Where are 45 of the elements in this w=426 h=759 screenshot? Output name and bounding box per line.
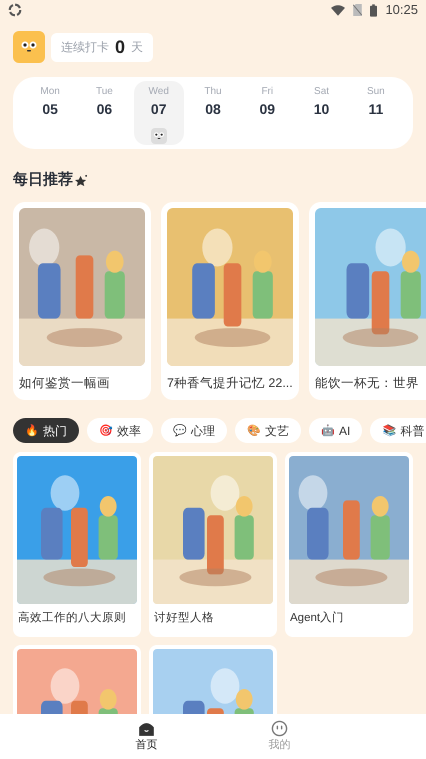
profile-icon	[271, 720, 288, 737]
category-chip[interactable]: 🔥 热门	[13, 418, 79, 444]
article-card[interactable]: 高效工作的八大原则	[13, 452, 141, 636]
calendar-day[interactable]: Sun 11	[350, 81, 401, 145]
recommendation-card[interactable]: 能饮一杯无：世界	[309, 202, 426, 400]
card-title: 高效工作的八大原则	[17, 610, 127, 626]
category-chip[interactable]: 🎨 文艺	[235, 418, 301, 444]
streak-unit: 天	[131, 39, 144, 56]
card-title: 如何鉴赏一幅画	[19, 374, 111, 392]
category-icon: 💬	[173, 422, 187, 439]
category-icon: 📚	[382, 422, 396, 439]
streak-count: 0	[115, 36, 126, 58]
calendar-day[interactable]: Thu 08	[188, 81, 238, 145]
calendar-day[interactable]: Mon 05	[25, 81, 76, 145]
face-icon	[150, 128, 167, 144]
recommendation-card[interactable]: 如何鉴赏一幅画	[13, 202, 151, 400]
section-title: 每日推荐	[13, 170, 73, 190]
mascot-avatar[interactable]	[13, 31, 45, 63]
category-chip[interactable]: 🎯 效率	[87, 418, 153, 444]
calendar-day[interactable]: Wed 07	[134, 81, 184, 145]
card-title: 7种香气提升记忆 22...	[167, 374, 293, 392]
calendar-day[interactable]: Sat 10	[296, 81, 347, 145]
category-icon: 🎯	[99, 422, 113, 439]
battery-icon	[370, 4, 378, 16]
category-icon: 🤖	[321, 422, 335, 439]
calendar-day[interactable]: Tue 06	[79, 81, 130, 145]
article-card[interactable]: 讨好型人格	[149, 452, 277, 636]
sparkle-icon	[75, 174, 88, 187]
no-sim-icon	[353, 4, 362, 16]
status-time: 10:25	[385, 1, 418, 20]
article-card[interactable]: Agent入门	[285, 452, 413, 636]
category-chip[interactable]: 📚 科普	[370, 418, 426, 444]
category-chip[interactable]: 🤖 AI	[309, 418, 362, 444]
card-title: Agent入门	[289, 610, 346, 626]
nav-tab[interactable]: 首页	[80, 714, 213, 759]
category-icon: 🎨	[247, 422, 261, 439]
recommendation-card[interactable]: 7种香气提升记忆 22...	[161, 202, 299, 400]
sync-icon	[8, 3, 22, 17]
card-title: 讨好型人格	[153, 610, 215, 626]
category-icon: 🔥	[25, 422, 39, 439]
streak-label: 连续打卡	[61, 39, 109, 56]
card-title: 能饮一杯无：世界	[315, 374, 420, 392]
calendar-day[interactable]: Fri 09	[242, 81, 292, 145]
category-chip[interactable]: 💬 心理	[161, 418, 227, 444]
wifi-icon	[331, 4, 346, 16]
